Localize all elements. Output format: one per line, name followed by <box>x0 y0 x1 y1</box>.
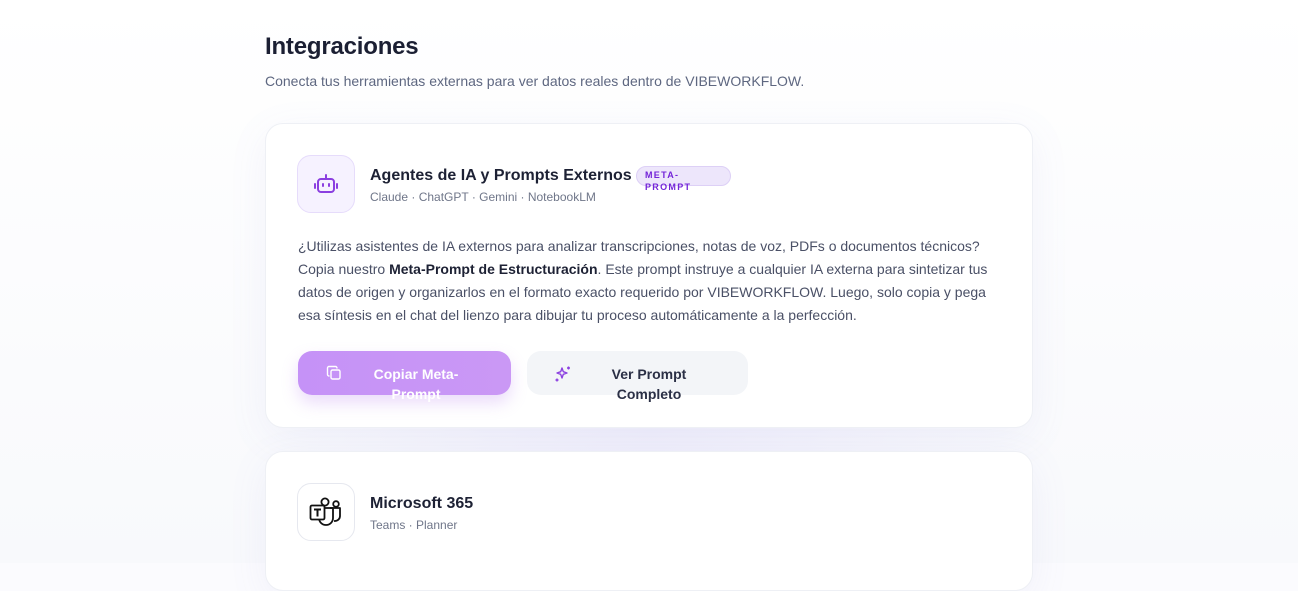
page-title: Integraciones <box>265 33 419 60</box>
integration-card-microsoft-365: Microsoft 365 Teams · Planner <box>265 451 1033 591</box>
copy-button-label: Copiar Meta-Prompt <box>373 366 459 402</box>
meta-prompt-badge: META-PROMPT <box>636 166 731 192</box>
page-subtitle: Conecta tus herramientas externas para v… <box>265 73 805 89</box>
integration-name: Agentes de IA y Prompts Externos <box>370 167 632 184</box>
copy-meta-prompt-button[interactable]: Copiar Meta-Prompt <box>298 351 511 402</box>
integration-name: Microsoft 365 <box>370 495 474 512</box>
view-full-prompt-button[interactable]: Ver Prompt Completo <box>527 351 748 402</box>
meta-prompt-highlight: Meta-Prompt de Estructuración <box>389 261 598 277</box>
teams-icon <box>297 483 355 541</box>
integration-tools: Teams · Planner <box>370 518 458 532</box>
robot-icon <box>297 155 355 213</box>
sparkles-icon <box>554 365 572 386</box>
integration-card-ai-agents: Agentes de IA y Prompts Externos META-PR… <box>265 123 1033 428</box>
copy-icon <box>326 365 342 384</box>
integration-description: ¿Utilizas asistentes de IA externos para… <box>298 238 988 323</box>
integration-tools: Claude · ChatGPT · Gemini · NotebookLM <box>370 190 596 204</box>
view-button-label: Ver Prompt Completo <box>611 366 687 402</box>
